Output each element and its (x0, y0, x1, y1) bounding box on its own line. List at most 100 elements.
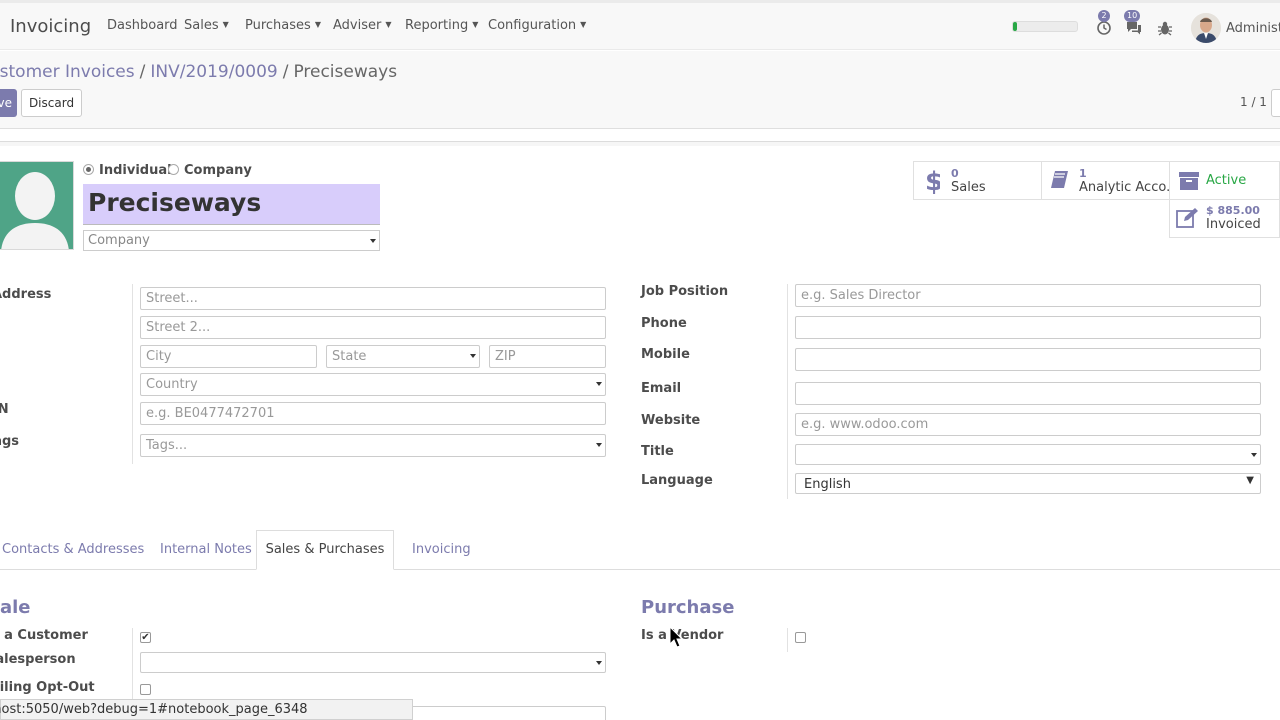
tab-label: Invoicing (412, 542, 471, 557)
partner-avatar-image[interactable] (0, 161, 74, 250)
zip-input[interactable]: ZIP (489, 345, 606, 368)
select-placeholder: State (332, 349, 367, 364)
activities-badge: 2 (1098, 10, 1110, 22)
mailing-opt-out-checkbox[interactable] (140, 684, 151, 695)
mobile-input[interactable] (795, 348, 1261, 371)
email-input[interactable] (795, 382, 1261, 405)
menu-label: Dashboard (107, 18, 178, 33)
street-input[interactable]: Street... (140, 287, 606, 310)
onboarding-progress-bar[interactable] (1012, 21, 1078, 32)
status-url-text: localhost:5050/web?debug=1#notebook_page… (0, 702, 308, 717)
phone-input[interactable] (795, 316, 1261, 339)
address-label: Address (0, 287, 52, 302)
invoiced-stat-button[interactable]: $ 885.00 Invoiced (1169, 199, 1280, 238)
chat-icon[interactable] (1125, 20, 1143, 38)
edit-icon (1176, 208, 1198, 228)
menu-purchases[interactable]: Purchases ▼ (245, 18, 321, 33)
caret-down-icon: ▼ (385, 20, 392, 29)
radio-label: Company (184, 163, 252, 178)
user-name[interactable]: Administrator (1226, 21, 1280, 36)
tab-label: Contacts & Addresses (2, 542, 145, 557)
menu-configuration[interactable]: Configuration ▼ (488, 18, 586, 33)
title-select[interactable] (795, 444, 1261, 465)
browser-status-url: localhost:5050/web?debug=1#notebook_page… (0, 699, 413, 720)
is-customer-checkbox[interactable]: ✔ (140, 632, 151, 643)
state-select[interactable]: State (326, 345, 480, 368)
menu-sales[interactable]: Sales ▼ (184, 18, 229, 33)
analytic-count: 1 (1079, 167, 1087, 180)
caret-down-icon: ▼ (222, 20, 229, 29)
country-select[interactable]: Country (140, 373, 606, 396)
tab-internal-notes[interactable]: Internal Notes (160, 542, 252, 557)
sale-section-title: Sale (0, 597, 31, 618)
menu-adviser[interactable]: Adviser ▼ (333, 18, 392, 33)
menu-label: Adviser (333, 18, 382, 33)
salesperson-select[interactable] (140, 652, 606, 673)
caret-down-icon (596, 382, 602, 386)
notebook-tab-bar (0, 569, 1280, 570)
is-vendor-checkbox[interactable] (795, 632, 806, 643)
phone-label: Phone (641, 316, 687, 331)
clock-icon[interactable] (1096, 20, 1114, 38)
invoiced-label: Invoiced (1206, 217, 1261, 232)
breadcrumb: Customer Invoices/INV/2019/0009/Precisew… (0, 62, 397, 82)
menu-label: Sales (184, 18, 219, 33)
analytic-accounts-stat-button[interactable]: 1 Analytic Acco... (1041, 161, 1178, 200)
job-position-label: Job Position (641, 284, 729, 299)
email-label: Email (641, 381, 682, 396)
menu-dashboard[interactable]: Dashboard (107, 18, 178, 33)
menu-label: Reporting (405, 18, 469, 33)
active-toggle-button[interactable]: Active (1169, 161, 1280, 200)
tin-input[interactable]: e.g. BE0477472701 (140, 402, 606, 425)
purchase-section-title: Purchase (641, 597, 735, 618)
input-placeholder: Tags... (146, 438, 188, 453)
tab-contacts-addresses[interactable]: Contacts & Addresses (2, 542, 144, 557)
website-input[interactable]: e.g. www.odoo.com (795, 413, 1261, 436)
sales-label: Sales (951, 180, 986, 195)
save-label: Save (0, 96, 12, 110)
mouse-cursor-icon (669, 625, 684, 652)
sales-stat-button[interactable]: $ 0 Sales (913, 161, 1042, 200)
sales-count: 0 (951, 167, 959, 180)
caret-down-icon (370, 239, 376, 243)
caret-down-icon (596, 443, 602, 447)
breadcrumb-separator: / (139, 62, 146, 82)
is-customer-label: Is a Customer (0, 628, 88, 643)
dollar-icon: $ (925, 167, 940, 195)
progress-fill (1013, 22, 1017, 31)
caret-down-icon: ▼ (1246, 475, 1254, 486)
job-position-input[interactable]: e.g. Sales Director (795, 284, 1261, 307)
partner-name-input[interactable]: Preciseways (83, 184, 380, 225)
caret-down-icon: ▼ (580, 20, 587, 29)
website-label: Website (641, 413, 701, 428)
street2-input[interactable]: Street 2... (140, 316, 606, 339)
tab-invoicing[interactable]: Invoicing (412, 542, 471, 557)
company-type-individual[interactable]: Individual (83, 163, 172, 178)
title-label: Title (641, 444, 674, 459)
bug-icon[interactable] (1157, 20, 1175, 38)
company-type-company[interactable]: Company (168, 163, 252, 178)
user-avatar[interactable] (1191, 13, 1221, 43)
pager-previous-button[interactable] (1271, 89, 1280, 117)
tags-label: Tags (0, 434, 20, 449)
caret-down-icon (1251, 453, 1257, 457)
tags-input[interactable]: Tags... (140, 434, 606, 457)
save-button[interactable]: Save (0, 89, 17, 117)
control-panel: Customer Invoices/INV/2019/0009/Precisew… (0, 51, 1280, 129)
menu-label: Purchases (245, 18, 311, 33)
breadcrumb-separator: / (282, 62, 289, 82)
app-title[interactable]: Invoicing (10, 16, 91, 37)
menu-reporting[interactable]: Reporting ▼ (405, 18, 478, 33)
breadcrumb-customer-invoices[interactable]: Customer Invoices (0, 62, 135, 82)
active-label: Active (1206, 173, 1247, 188)
city-input[interactable]: City (140, 345, 317, 368)
parent-company-select[interactable]: Company (83, 230, 380, 251)
breadcrumb-invoice[interactable]: INV/2019/0009 (150, 62, 277, 82)
salesperson-label: Salesperson (0, 652, 76, 667)
field-divider (132, 284, 133, 464)
menu-label: Configuration (488, 18, 577, 33)
discard-button[interactable]: Discard (21, 89, 82, 117)
tab-sales-purchases[interactable]: Sales & Purchases (256, 530, 394, 570)
pager-value: 1 / 1 (1240, 95, 1267, 109)
language-select[interactable]: English ▼ (795, 473, 1261, 494)
